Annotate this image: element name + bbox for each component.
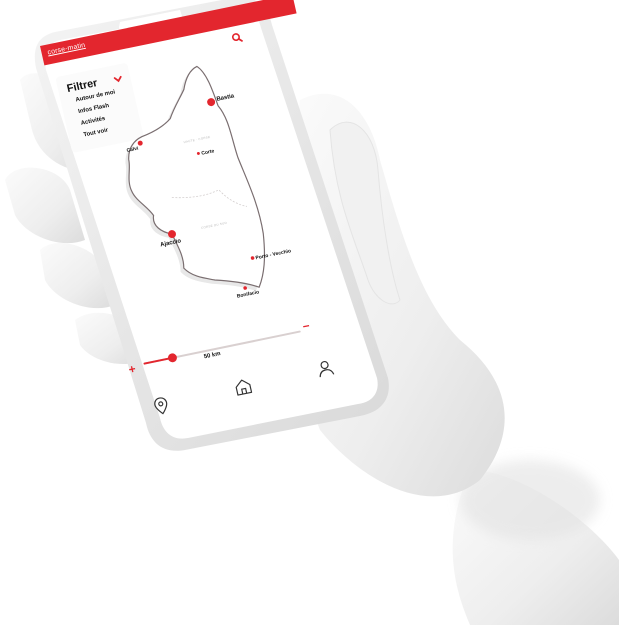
slider-thumb (167, 353, 177, 363)
zoom-plus-button[interactable]: + (127, 362, 137, 377)
island-outline (128, 65, 266, 288)
scene: corse-matin Filtrer Autour de moi Infos … (0, 0, 619, 625)
user-icon[interactable] (312, 355, 338, 381)
location-pin-icon[interactable] (148, 393, 174, 419)
home-icon[interactable] (230, 374, 256, 400)
